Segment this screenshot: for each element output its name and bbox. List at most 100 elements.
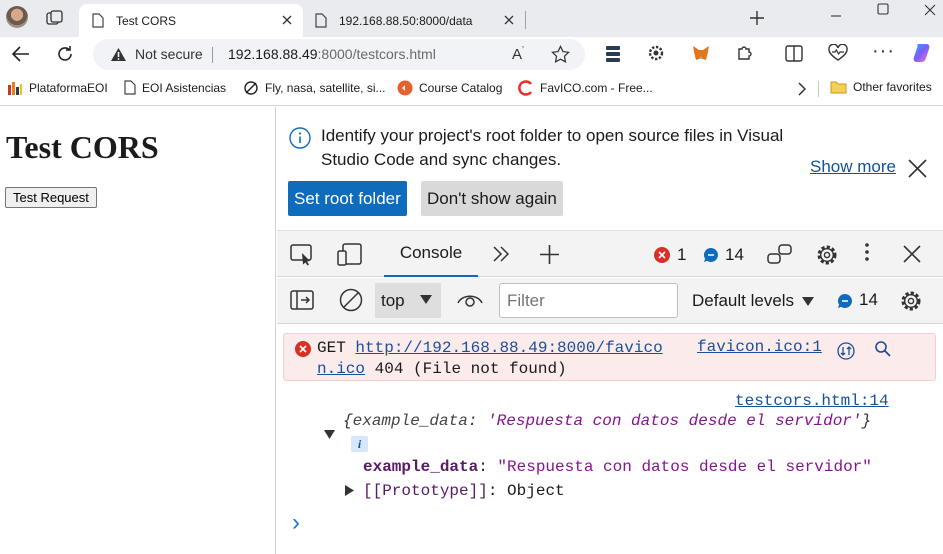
copilot-icon[interactable]: [912, 42, 934, 64]
bookmark-label: FavICO.com - Free...: [540, 81, 653, 95]
clear-console-icon[interactable]: [339, 288, 363, 312]
expand-triangle-icon[interactable]: [324, 430, 335, 439]
page-content: Test CORS Test Request: [0, 107, 276, 554]
object-property-row: example_data: "Respuesta con datos desde…: [363, 458, 872, 476]
customize-menu-icon[interactable]: [865, 242, 869, 267]
favorite-star-icon[interactable]: [551, 45, 570, 64]
add-tab-icon[interactable]: [539, 244, 560, 265]
more-tabs-chevron-icon[interactable]: [492, 245, 510, 263]
extensions-puzzle-icon[interactable]: [736, 44, 754, 62]
tab-console[interactable]: Console: [384, 231, 478, 277]
prototype-row[interactable]: [[Prototype]]: Object: [363, 482, 565, 500]
bookmark-label: PlataformaEOI: [29, 81, 108, 95]
property-key: example_data: [363, 458, 479, 476]
security-label[interactable]: Not secure: [135, 46, 203, 62]
navigation-bar: Not secure 192.168.88.49:8000/testcors.h…: [0, 37, 943, 72]
other-favorites-label: Other favorites: [853, 80, 932, 94]
settings-gear-icon[interactable]: [815, 243, 839, 267]
set-root-folder-button[interactable]: Set root folder: [288, 181, 407, 216]
levels-message-count[interactable]: 14: [859, 290, 878, 310]
close-icon[interactable]: [908, 159, 927, 178]
page-icon: [315, 13, 327, 28]
message-count-icon[interactable]: [703, 247, 719, 263]
expand-prototype-icon[interactable]: [345, 485, 354, 496]
log-object-summary[interactable]: {example_data: 'Respuesta con datos desd…: [343, 412, 871, 430]
tab-actions-icon[interactable]: [46, 10, 64, 26]
profile-avatar[interactable]: [6, 6, 28, 28]
console-error-entry: GET http://192.168.88.49:8000/favico n.i…: [283, 333, 936, 381]
info-badge[interactable]: i: [351, 436, 368, 452]
bookmark-course-catalog[interactable]: Course Catalog: [397, 80, 502, 96]
console-prompt-icon[interactable]: ›: [292, 509, 300, 537]
error-url-continued[interactable]: n.ico: [317, 360, 365, 378]
page-icon: [92, 13, 104, 28]
error-status: 404 (File not found): [374, 360, 567, 378]
window-close-icon[interactable]: [924, 4, 936, 16]
tab-data[interactable]: 192.168.88.50:8000/data: [303, 4, 525, 37]
page-icon: [124, 80, 136, 95]
extension-gear-icon[interactable]: [647, 44, 665, 62]
address-divider: [212, 47, 213, 63]
bookmark-favico[interactable]: FavICO.com - Free...: [518, 80, 653, 96]
live-expression-eye-icon[interactable]: [457, 291, 483, 309]
tab-strip: Test CORS 192.168.88.50:8000/data: [0, 0, 943, 37]
show-more-link[interactable]: Show more: [810, 157, 896, 177]
bookmark-label: Course Catalog: [419, 81, 503, 95]
url-text[interactable]: 192.168.88.49:8000/testcors.html: [228, 46, 436, 62]
search-icon[interactable]: [874, 340, 892, 358]
more-options-icon[interactable]: ···: [872, 40, 895, 63]
sidebar-toggle-icon[interactable]: [290, 290, 314, 310]
bookmark-fly-nasa[interactable]: Fly, nasa, satellite, si...: [243, 80, 386, 96]
bookmarks-bar: PlataformaEOI EOI Asistencias Fly, nasa,…: [0, 72, 943, 106]
tab-divider: [525, 11, 526, 29]
read-aloud-icon[interactable]: Aʼ: [512, 45, 524, 63]
message-count[interactable]: 14: [725, 245, 744, 265]
network-request-icon[interactable]: [837, 342, 855, 360]
log-source-link[interactable]: testcors.html:14: [735, 392, 889, 410]
context-select[interactable]: top: [375, 283, 441, 318]
address-bar[interactable]: Not secure 192.168.88.49:8000/testcors.h…: [93, 39, 585, 70]
bookmark-label: EOI Asistencias: [142, 80, 227, 95]
close-icon[interactable]: [281, 14, 293, 26]
browser-essentials-icon[interactable]: [828, 44, 848, 62]
error-source-link[interactable]: favicon.ico:1: [697, 338, 822, 356]
info-icon: [289, 127, 311, 149]
error-count[interactable]: 1: [677, 245, 686, 265]
error-count-icon[interactable]: [654, 247, 670, 263]
bookmark-label: Fly, nasa, satellite, si...: [265, 81, 386, 95]
bookmark-plataformaeoi[interactable]: PlataformaEOI: [7, 80, 108, 96]
refresh-icon[interactable]: [55, 44, 75, 64]
favico-icon: [518, 80, 534, 96]
log-levels-dropdown[interactable]: Default levels: [692, 291, 814, 311]
bookmark-eoi-asistencias[interactable]: EOI Asistencias: [124, 80, 226, 95]
tab-test-cors[interactable]: Test CORS: [79, 4, 303, 37]
split-screen-icon[interactable]: [785, 45, 803, 62]
device-emulation-icon[interactable]: [337, 243, 363, 267]
devtools-main-toolbar: Console 1 14: [277, 230, 943, 277]
close-devtools-icon[interactable]: [903, 245, 921, 263]
inspect-element-icon[interactable]: [290, 244, 314, 266]
network-conditions-icon[interactable]: [767, 243, 793, 267]
bookmark-divider: [818, 81, 819, 97]
console-settings-gear-icon[interactable]: [899, 289, 923, 313]
chevron-right-icon[interactable]: [797, 82, 806, 96]
property-value: "Respuesta con datos desde el servidor": [497, 458, 872, 476]
error-url[interactable]: http://192.168.88.49:8000/favico: [355, 339, 662, 357]
other-favorites[interactable]: Other favorites: [830, 80, 932, 94]
devtools-panel: Identify your project's root folder to o…: [277, 107, 943, 554]
console-toolbar: top Default levels 14: [277, 278, 943, 324]
message-count-icon[interactable]: [837, 293, 853, 309]
tab-title: 192.168.88.50:8000/data: [339, 13, 473, 28]
close-icon[interactable]: [503, 14, 515, 26]
summary-key: example_data: [352, 412, 468, 430]
metamask-fox-icon[interactable]: [692, 45, 710, 62]
new-tab-icon[interactable]: [749, 10, 765, 26]
maximize-icon[interactable]: [877, 3, 889, 15]
test-request-button[interactable]: Test Request: [5, 187, 97, 208]
infobar: Identify your project's root folder to o…: [277, 107, 943, 229]
back-arrow-icon[interactable]: [11, 45, 31, 63]
filter-input[interactable]: [499, 283, 678, 318]
minimize-icon[interactable]: [830, 10, 842, 22]
extension-db-icon[interactable]: [605, 45, 621, 63]
dont-show-again-button[interactable]: Don't show again: [421, 181, 563, 216]
